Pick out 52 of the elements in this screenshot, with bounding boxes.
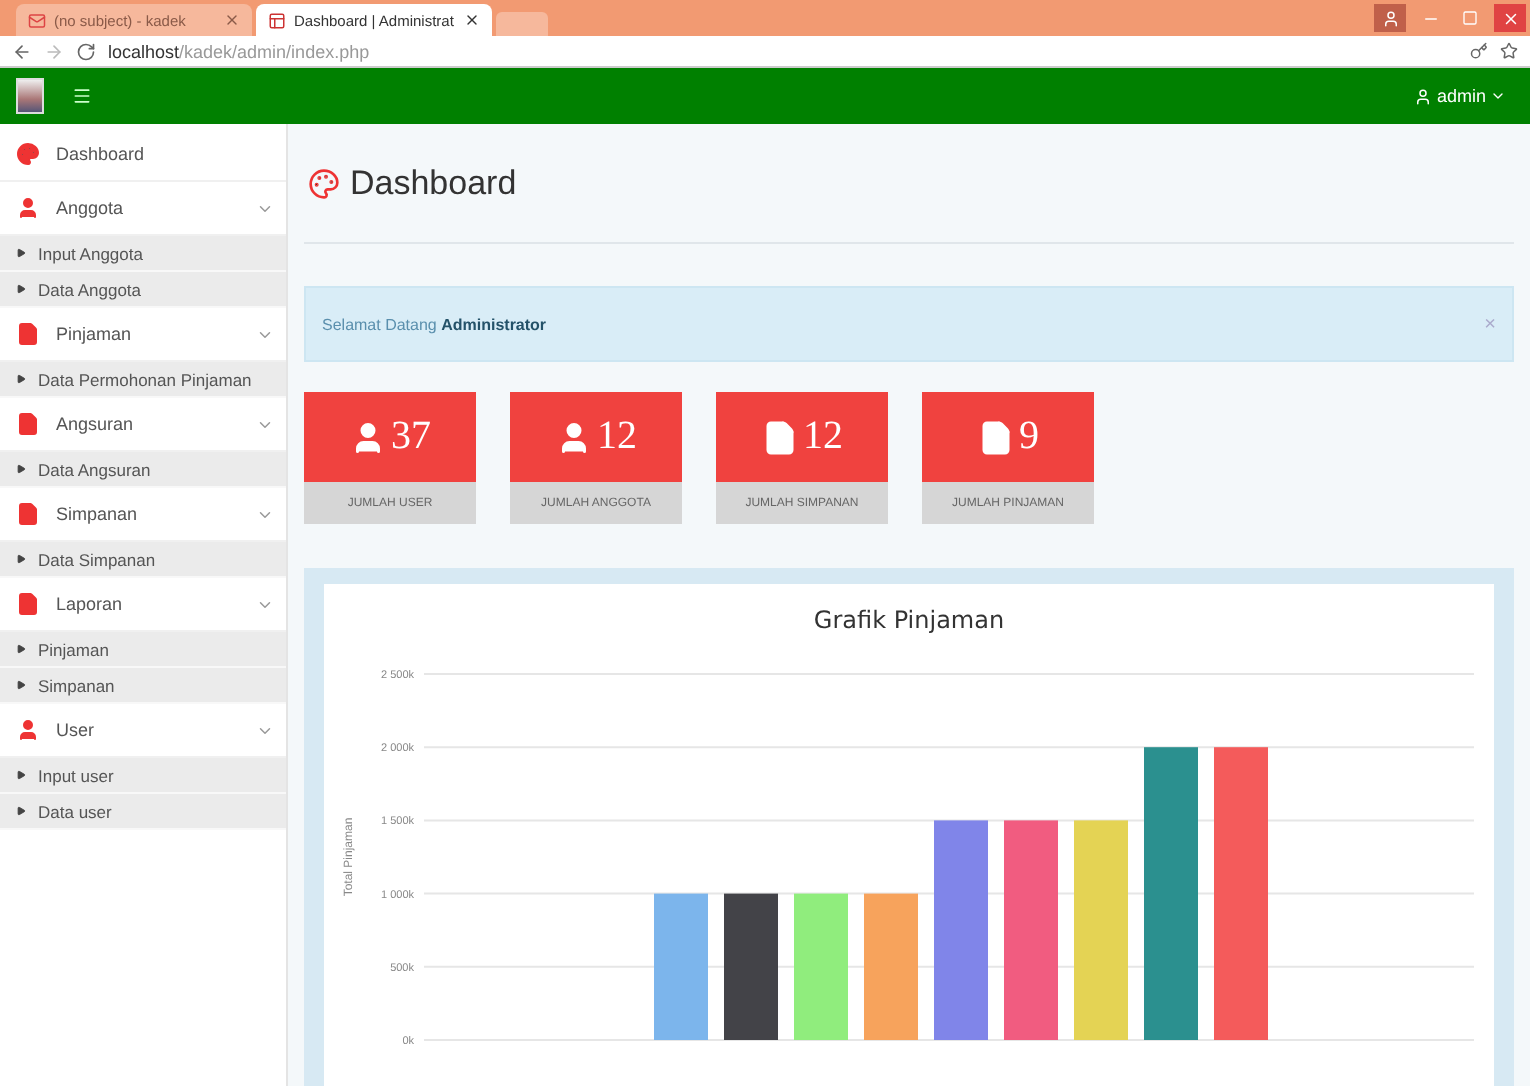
triangle-icon (16, 806, 26, 816)
sidebar-item[interactable]: Dashboard (0, 128, 286, 182)
sidebar-subitem[interactable]: Data Anggota (0, 272, 286, 308)
file-icon (761, 419, 797, 455)
chart-title: Grafik Pinjaman (813, 606, 1005, 634)
user-menu[interactable]: admin (1414, 86, 1514, 106)
close-icon (1501, 9, 1519, 27)
user-icon (1381, 9, 1399, 27)
triangle-icon (16, 554, 26, 564)
sidebar-subitem[interactable]: Input user (0, 758, 286, 794)
triangle-icon (16, 464, 26, 474)
sidebar-subitem[interactable]: Input Anggota (0, 236, 286, 272)
sidebar-subitem[interactable]: Simpanan (0, 668, 286, 704)
back-icon[interactable] (12, 41, 32, 61)
address-field[interactable]: localhost/kadek/admin/index.php (108, 41, 1458, 61)
sidebar-subitem[interactable]: Data Permohonan Pinjaman (0, 362, 286, 398)
caret-icon (1490, 88, 1506, 104)
triangle-icon (16, 680, 26, 690)
stat-value: 37 (391, 414, 431, 460)
key-icon[interactable] (1470, 42, 1488, 60)
stat-value: 12 (803, 414, 843, 460)
logo[interactable] (16, 78, 44, 114)
triangle-icon (16, 284, 26, 294)
sidebar-subitem[interactable]: Data Angsuran (0, 452, 286, 488)
file-icon (16, 322, 40, 346)
close-icon[interactable] (464, 12, 480, 28)
user-icon (16, 196, 40, 220)
mail-icon (28, 11, 46, 29)
welcome-text: Selamat Datang Administrator (322, 315, 549, 333)
triangle-icon (16, 374, 26, 384)
sidebar-subitem[interactable]: Data Simpanan (0, 542, 286, 578)
profile-button[interactable] (1374, 4, 1406, 32)
sidebar-subitem[interactable]: Pinjaman (0, 632, 286, 668)
triangle-icon (16, 248, 26, 258)
menu-icon[interactable] (72, 86, 92, 106)
user-icon (16, 718, 40, 742)
user-icon (1414, 87, 1433, 105)
reload-icon[interactable] (76, 41, 96, 61)
triangle-icon (16, 644, 26, 654)
stat-value: 9 (1019, 414, 1039, 460)
file-icon (16, 412, 40, 436)
file-icon (16, 502, 40, 526)
triangle-icon (16, 770, 26, 780)
page-title: Dashboard (350, 163, 517, 203)
page-icon (268, 11, 286, 29)
close-button[interactable] (1494, 4, 1526, 32)
file-icon (16, 592, 40, 616)
maximize-icon (1462, 10, 1478, 26)
sidebar-subitem[interactable]: Data user (0, 794, 286, 830)
stat-value: 12 (597, 414, 637, 460)
star-icon[interactable] (1500, 42, 1518, 60)
file-icon (977, 419, 1013, 455)
